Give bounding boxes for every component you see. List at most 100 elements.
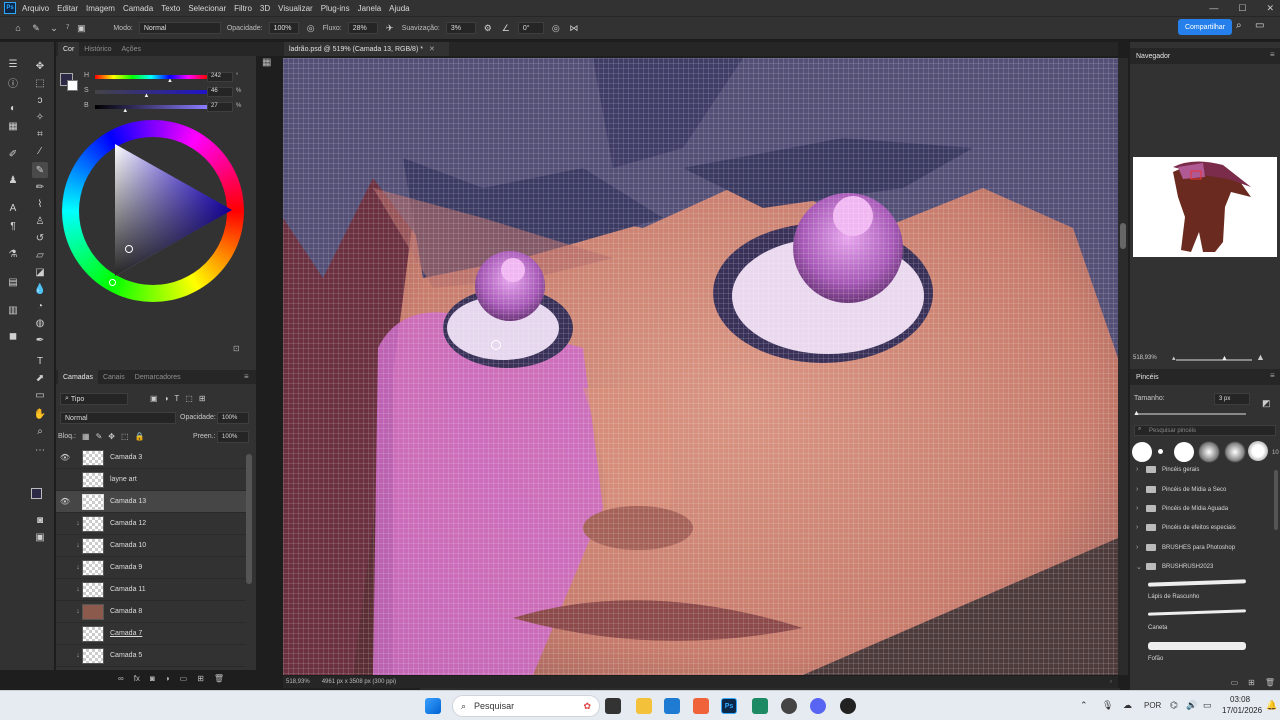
menu-editar[interactable]: Editar bbox=[57, 4, 78, 13]
layer-row[interactable]: 👁 Camada 3 bbox=[56, 447, 246, 469]
layer-filter-select[interactable]: ⌕ Tipo bbox=[60, 393, 128, 405]
menu-texto[interactable]: Texto bbox=[161, 4, 180, 13]
brave-browser-icon[interactable] bbox=[693, 698, 709, 714]
brush-search-input[interactable]: ⌕ Pesquisar pincéis bbox=[1134, 425, 1276, 436]
layer-row[interactable]: Camada 7 bbox=[56, 623, 246, 645]
angle-input[interactable]: 0° bbox=[517, 22, 544, 34]
blur-tool-icon[interactable]: 💧 bbox=[32, 281, 48, 297]
brush-preset-hard-round[interactable] bbox=[1132, 442, 1152, 462]
pencil-tool-icon[interactable]: ✏ bbox=[32, 179, 48, 195]
brush-size-slider[interactable] bbox=[1136, 413, 1246, 415]
layer-row[interactable]: ↓ Camada 8 bbox=[56, 601, 246, 623]
screen-mode-icon[interactable]: ▣ bbox=[32, 529, 48, 545]
tab-demarcadores[interactable]: Demarcadores bbox=[130, 370, 186, 384]
store-icon[interactable] bbox=[664, 698, 680, 714]
tab-canais[interactable]: Canais bbox=[98, 370, 130, 384]
eraser-tool-icon[interactable]: ▱ bbox=[32, 247, 48, 263]
brightness-input[interactable]: 27 bbox=[207, 102, 233, 112]
lock-pixels-icon[interactable]: ✎ bbox=[96, 432, 103, 441]
lock-all-icon[interactable]: 🔒 bbox=[135, 432, 145, 441]
magic-wand-icon[interactable]: ✧ bbox=[32, 109, 48, 125]
paragraph-panel-icon[interactable]: ¶ bbox=[5, 218, 21, 234]
character-panel-icon[interactable]: A bbox=[5, 200, 21, 216]
brush-preset-soft-3[interactable] bbox=[1248, 441, 1268, 461]
task-view-icon[interactable] bbox=[605, 698, 621, 714]
panel-menu-icon[interactable]: ⊡ bbox=[233, 344, 240, 353]
hue-gradient[interactable] bbox=[95, 75, 207, 79]
minimize-icon[interactable]: — bbox=[1209, 3, 1218, 13]
share-button[interactable]: Compartilhar bbox=[1178, 19, 1232, 35]
airbrush-icon[interactable]: ✈ bbox=[384, 22, 396, 34]
new-group-icon[interactable]: ▭ bbox=[180, 674, 188, 683]
brush-folder[interactable]: › Pincéis de Mídia Aguada bbox=[1136, 499, 1276, 518]
marquee-tool-icon[interactable]: ⬚ bbox=[32, 75, 48, 91]
notification-icon[interactable]: 🔔 bbox=[1266, 700, 1277, 711]
saturation-slider[interactable]: S ▲ 46 % bbox=[84, 87, 264, 99]
link-layers-icon[interactable]: ∞ bbox=[118, 674, 124, 683]
brush-settings-icon[interactable]: ▣ bbox=[75, 22, 87, 34]
battery-icon[interactable]: ▭ bbox=[1203, 700, 1212, 711]
smoothing-gear-icon[interactable]: ⚙ bbox=[482, 22, 494, 34]
home-icon[interactable]: ⌂ bbox=[12, 22, 24, 34]
tab-historico[interactable]: Histórico bbox=[79, 42, 116, 56]
filter-shape-icon[interactable]: ⬚ bbox=[185, 394, 193, 403]
fill-input[interactable]: 100% bbox=[217, 431, 249, 443]
file-explorer-icon[interactable] bbox=[636, 698, 652, 714]
brush-size-input[interactable]: 3 px bbox=[1214, 393, 1250, 405]
new-layer-icon[interactable]: ⊞ bbox=[197, 674, 204, 683]
clock-time[interactable]: 03:08 bbox=[1230, 695, 1250, 704]
clock-date[interactable]: 17/01/2026 bbox=[1222, 706, 1262, 715]
onedrive-icon[interactable]: ☁ bbox=[1123, 700, 1132, 711]
document-tab[interactable]: ladrão.psd @ 519% (Camada 13, RGB/8) * ✕ bbox=[284, 42, 449, 56]
layer-opacity-input[interactable]: 100% bbox=[217, 412, 249, 424]
navigator-preview[interactable] bbox=[1133, 157, 1277, 257]
close-icon[interactable]: ✕ bbox=[1266, 3, 1274, 14]
layer-mask-icon[interactable]: ◙ bbox=[150, 674, 155, 683]
navigator-zoom-value[interactable]: 518,93% bbox=[1133, 355, 1157, 361]
pressure-opacity-icon[interactable]: ◎ bbox=[305, 22, 317, 34]
brushes-scrollbar[interactable] bbox=[1274, 470, 1278, 530]
mixer-brush-icon[interactable]: ⌇ bbox=[32, 196, 48, 212]
brush-delete-icon[interactable]: 🗑 bbox=[1265, 678, 1275, 687]
zoom-in-icon[interactable]: ▲ bbox=[1256, 352, 1265, 362]
brush-folder[interactable]: › Pincéis gerais bbox=[1136, 460, 1276, 479]
clone-source-panel-icon[interactable]: ♟ bbox=[5, 172, 21, 188]
taskbar-search[interactable]: ⌕ Pesquisar ✿ bbox=[452, 695, 600, 717]
visibility-eye-icon[interactable]: 👁 bbox=[56, 497, 74, 506]
move-tool-icon[interactable]: ✥ bbox=[32, 58, 48, 74]
app-icon[interactable] bbox=[752, 698, 768, 714]
layer-row[interactable]: ↓ Camada 5 bbox=[56, 645, 246, 667]
brush-name[interactable]: Fofão bbox=[1148, 656, 1163, 662]
tab-acoes[interactable]: Ações bbox=[117, 42, 146, 56]
hue-input[interactable]: 242 bbox=[207, 72, 233, 82]
filter-smart-icon[interactable]: ⊞ bbox=[199, 394, 206, 403]
maximize-icon[interactable]: ☐ bbox=[1238, 3, 1246, 14]
lock-position-icon[interactable]: ✥ bbox=[108, 432, 115, 441]
brightness-knob-icon[interactable]: ▲ bbox=[122, 108, 128, 114]
vertical-scrollbar[interactable] bbox=[1118, 58, 1128, 675]
brush-stroke-preview[interactable] bbox=[1148, 642, 1246, 650]
menu-ajuda[interactable]: Ajuda bbox=[389, 4, 409, 13]
layer-style-icon[interactable]: fx bbox=[134, 674, 140, 683]
filter-type-icon[interactable]: T bbox=[174, 394, 179, 403]
brush-size-knob-icon[interactable]: ▲ bbox=[1133, 410, 1140, 417]
type-tool-icon[interactable]: T bbox=[32, 353, 48, 369]
menu-filtro[interactable]: Filtro bbox=[234, 4, 252, 13]
brush-tool-icon[interactable]: ✎ bbox=[32, 162, 48, 178]
menu-camada[interactable]: Camada bbox=[123, 4, 153, 13]
color-panel-background-swatch[interactable] bbox=[67, 80, 78, 91]
blend-mode-select[interactable]: Normal bbox=[60, 412, 176, 424]
menu-3d[interactable]: 3D bbox=[260, 4, 270, 13]
brush-folder[interactable]: › Pincéis de efeitos especiais bbox=[1136, 518, 1276, 537]
symmetry-icon[interactable]: ⋈ bbox=[568, 22, 580, 34]
color-triangle[interactable] bbox=[112, 142, 236, 278]
patterns-panel-icon[interactable]: ◼ bbox=[5, 328, 21, 344]
sponge-tool-icon[interactable]: ◍ bbox=[32, 315, 48, 331]
libraries-panel-icon[interactable]: ☰ bbox=[5, 56, 21, 72]
paint-bucket-icon[interactable]: ◪ bbox=[32, 264, 48, 280]
properties-panel-icon[interactable]: ▤ bbox=[5, 274, 21, 290]
brush-folder[interactable]: › BRUSHES para Photoshop bbox=[1136, 538, 1276, 557]
vertical-scroll-thumb[interactable] bbox=[1120, 223, 1126, 249]
language-indicator[interactable]: POR bbox=[1144, 701, 1161, 710]
network-icon[interactable]: ⌬ bbox=[1170, 700, 1178, 711]
